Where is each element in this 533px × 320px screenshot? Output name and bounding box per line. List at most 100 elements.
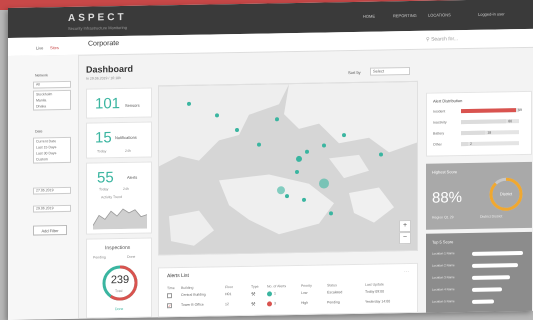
wrench-icon[interactable]: ⚒ (251, 292, 255, 298)
network-list[interactable]: Stockholm Manila Dhaka (33, 89, 71, 111)
sensors-card[interactable]: 101 Sensors (86, 87, 152, 119)
alert-priority: Low (301, 290, 308, 295)
list-item[interactable]: Custom (34, 156, 70, 163)
column-header: No. of Alerts (267, 284, 287, 289)
zoom-in-button[interactable]: + (399, 219, 411, 233)
column-header: Priority (301, 283, 312, 288)
alert-bar (461, 141, 468, 147)
top5-location-label: Location 5 Name (432, 299, 455, 304)
filter-date-label: Date (35, 129, 43, 134)
tab-sites[interactable]: Sites (50, 45, 59, 50)
alert-count: 1 (274, 291, 276, 296)
zoom-out-button[interactable]: − (399, 231, 411, 245)
inspections-total-label: Total (115, 289, 123, 294)
alert-status-dot (267, 301, 272, 307)
top5-score-bar (472, 287, 502, 292)
alert-distribution-title: Alert Distribution (433, 98, 463, 104)
alert-status: Pending (327, 300, 340, 305)
date-to-field[interactable]: 29.06.2019 (33, 204, 71, 213)
sensors-count: 101 (95, 95, 121, 113)
sensor-map[interactable]: + − (158, 80, 418, 256)
alert-status-dot (267, 291, 272, 297)
row-checkbox[interactable]: ✓ (167, 303, 172, 309)
search-icon: ⚲ (426, 36, 430, 43)
sensors-label: Sensors (125, 102, 140, 108)
top5-title: Top 5 Score (432, 239, 454, 245)
nav-reporting[interactable]: REPORTING (393, 13, 417, 18)
notifications-count: 15 (95, 129, 112, 147)
alert-count: 18 (487, 130, 492, 135)
sort-label: Sort by (348, 69, 361, 76)
column-header: Type (251, 284, 259, 289)
column-header: Building (181, 285, 194, 290)
list-item[interactable]: Dhaka (34, 103, 70, 110)
alerts-card[interactable]: 55 Alerts Today 24h Activity Trend (86, 161, 152, 235)
tab-live[interactable]: Live (36, 45, 43, 50)
alerts-today: Today (99, 187, 109, 192)
inspections-done: Done (127, 254, 136, 259)
more-options-icon[interactable]: ··· (404, 269, 409, 275)
sort-select[interactable]: Select (370, 66, 410, 76)
top5-location-label: Location 2 Name (432, 263, 455, 268)
alert-last-update: Yesterday 14:00 (365, 299, 391, 304)
alerts-count: 55 (97, 169, 114, 187)
top5-score-bar (472, 251, 524, 256)
inspections-footer: Done (115, 306, 124, 312)
nav-home[interactable]: HOME (363, 14, 375, 19)
wrench-icon[interactable]: ⚒ (251, 302, 255, 308)
add-filter-button[interactable]: Add Filter (33, 224, 67, 236)
column-header: Time (167, 286, 175, 291)
alert-count: 80 (508, 119, 513, 124)
activity-trend-label: Activity Trend (101, 195, 123, 200)
top5-score-card: Top 5 Score Location 1 Name Location 2 Na… (426, 231, 532, 314)
score-legend-1: Region Q1 29 (432, 215, 454, 220)
alert-bar-track (461, 108, 519, 114)
brand-tagline: Security Infrastructure Monitoring (68, 24, 127, 31)
notifications-card[interactable]: 15 Notifications Today 24h (86, 121, 152, 159)
page-title: Dashboard (86, 63, 134, 75)
alerts-list-title: Alerts List (167, 272, 189, 280)
score-legend-2: District District (480, 214, 503, 219)
top5-location-label: Location 3 Name (432, 275, 455, 280)
activity-trend-sparkline (93, 208, 147, 230)
app-window: ASPECT Security Infrastructure Monitorin… (8, 0, 533, 320)
inspections-pending: Pending (93, 255, 106, 260)
top5-score-bar (472, 263, 518, 268)
alerts-24h: 24h (123, 186, 129, 191)
column-header: Last Update (365, 282, 384, 287)
alert-type-label: Battery (433, 131, 445, 136)
inspections-card[interactable]: Inspections Pending Done 239 Total Done (86, 237, 152, 319)
highest-score-card: Highest Score 88% District Region Q1 29 … (426, 161, 532, 230)
alert-priority: High (301, 300, 309, 305)
network-select[interactable]: All (33, 80, 71, 89)
alert-count: 2 (469, 141, 472, 146)
alert-bar (461, 130, 486, 136)
alert-count: 3 (274, 301, 276, 306)
row-checkbox[interactable] (167, 293, 172, 299)
search-input[interactable]: ⚲ Search for... (426, 36, 458, 43)
notifications-24h: 24h (125, 148, 131, 153)
alerts-label: Alerts (127, 174, 138, 180)
alert-count: 99 (518, 108, 522, 113)
alert-building: Central Building (181, 292, 206, 297)
column-header: Floor (225, 285, 233, 290)
date-from-field[interactable]: 27.05.2019 (33, 186, 71, 195)
nav-locations[interactable]: LOCATIONS (428, 12, 451, 17)
alert-bar (461, 119, 507, 125)
filter-sidebar: Network All Stockholm Manila Dhaka Date … (8, 54, 79, 320)
alert-bar (461, 108, 517, 114)
notifications-label: Notifications (115, 134, 137, 141)
notifications-today: Today (97, 149, 107, 154)
highest-score-title: Highest Score (432, 169, 458, 175)
filter-network-label: Network (35, 73, 48, 78)
date-range-list[interactable]: Current Date Last 15 Days Last 30 Days C… (33, 136, 71, 164)
user-menu[interactable]: Logged-in user (478, 11, 505, 16)
top5-location-label: Location 4 Name (432, 287, 455, 292)
column-header: Status (327, 283, 337, 288)
gauge-label: District (499, 191, 513, 197)
alerts-list-card: Alerts List ··· Time Building Floor Type No.… (158, 262, 418, 318)
alert-status: Escalated (327, 290, 343, 295)
brand-logo: ASPECT (68, 11, 127, 24)
inspections-total: 239 (110, 273, 130, 287)
search-placeholder: Search for... (431, 36, 459, 43)
